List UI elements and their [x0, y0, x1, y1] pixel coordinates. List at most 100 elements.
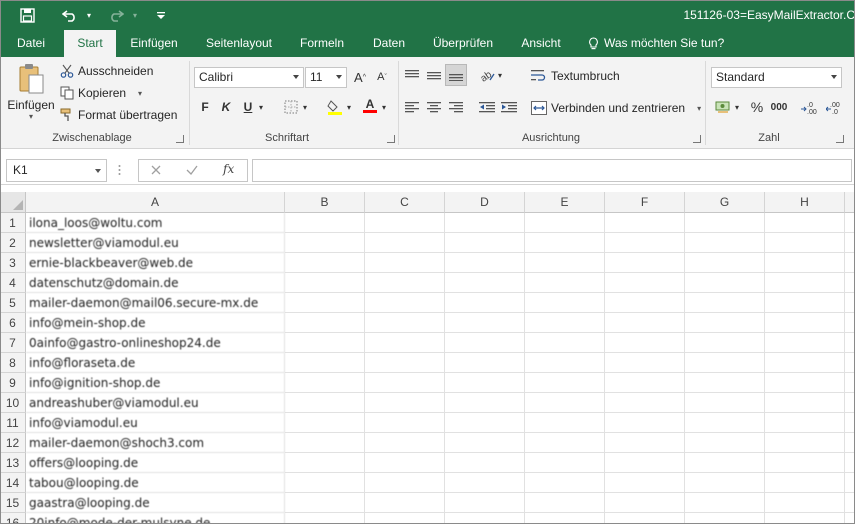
- font-color-dropdown-icon[interactable]: ▾: [379, 98, 389, 116]
- copy-button[interactable]: Kopieren ▾: [60, 83, 142, 103]
- cell-empty[interactable]: [445, 233, 525, 253]
- font-color-button[interactable]: A: [361, 96, 379, 114]
- cell-empty[interactable]: [285, 433, 365, 453]
- cell-empty[interactable]: [765, 293, 845, 313]
- row-header[interactable]: 4: [0, 273, 26, 293]
- cell-empty[interactable]: [605, 233, 685, 253]
- align-center-icon[interactable]: [425, 98, 443, 116]
- select-all-button[interactable]: [0, 192, 26, 213]
- cell-email[interactable]: newsletter@viamodul.eu: [26, 233, 285, 253]
- tell-me-box[interactable]: Was möchten Sie tun?: [588, 30, 734, 57]
- cell-empty[interactable]: [365, 513, 445, 524]
- row-header[interactable]: 13: [0, 453, 26, 473]
- cell-empty[interactable]: [685, 273, 765, 293]
- row-header[interactable]: 16: [0, 513, 26, 524]
- cell-empty[interactable]: [685, 473, 765, 493]
- cell-empty[interactable]: [765, 373, 845, 393]
- cell-empty[interactable]: [445, 473, 525, 493]
- cell-empty[interactable]: [525, 333, 605, 353]
- cell-email[interactable]: info@ignition-shop.de: [26, 373, 285, 393]
- formula-input[interactable]: [252, 159, 852, 182]
- cell-empty[interactable]: [365, 353, 445, 373]
- cell-empty[interactable]: [285, 453, 365, 473]
- cell-email[interactable]: mailer-daemon@shoch3.com: [26, 433, 285, 453]
- cell-empty[interactable]: [525, 353, 605, 373]
- wrap-text-button[interactable]: Textumbruch: [531, 66, 620, 86]
- undo-icon[interactable]: [58, 4, 82, 26]
- cell-empty[interactable]: [525, 253, 605, 273]
- paste-button[interactable]: Einfügen ▾: [6, 61, 56, 129]
- cell-empty[interactable]: [285, 473, 365, 493]
- cell-empty[interactable]: [285, 493, 365, 513]
- tab-ansicht[interactable]: Ansicht: [512, 30, 570, 57]
- column-header-e[interactable]: E: [525, 192, 605, 213]
- cell-empty[interactable]: [285, 353, 365, 373]
- cell-empty[interactable]: [365, 313, 445, 333]
- cell-empty[interactable]: [845, 253, 855, 273]
- column-header-overflow[interactable]: [845, 192, 855, 213]
- cell-empty[interactable]: [845, 353, 855, 373]
- column-header-f[interactable]: F: [605, 192, 685, 213]
- redo-icon[interactable]: [104, 4, 128, 26]
- cell-empty[interactable]: [765, 453, 845, 473]
- cell-empty[interactable]: [445, 393, 525, 413]
- alignment-launcher-icon[interactable]: [693, 135, 701, 143]
- cell-empty[interactable]: [605, 513, 685, 524]
- cell-empty[interactable]: [525, 433, 605, 453]
- enter-icon[interactable]: [185, 163, 199, 180]
- currency-dropdown-icon[interactable]: ▾: [732, 98, 742, 116]
- cell-email[interactable]: andreashuber@viamodul.eu: [26, 393, 285, 413]
- cell-empty[interactable]: [845, 453, 855, 473]
- bold-button[interactable]: F: [196, 98, 214, 116]
- column-header-c[interactable]: C: [365, 192, 445, 213]
- cell-empty[interactable]: [605, 393, 685, 413]
- number-launcher-icon[interactable]: [836, 135, 844, 143]
- cell-empty[interactable]: [685, 253, 765, 273]
- cell-empty[interactable]: [525, 273, 605, 293]
- borders-icon[interactable]: [282, 98, 300, 116]
- cell-empty[interactable]: [845, 513, 855, 524]
- row-header[interactable]: 10: [0, 393, 26, 413]
- cell-empty[interactable]: [845, 313, 855, 333]
- row-header[interactable]: 9: [0, 373, 26, 393]
- row-header[interactable]: 15: [0, 493, 26, 513]
- fill-color-icon[interactable]: [326, 98, 344, 116]
- cell-empty[interactable]: [445, 253, 525, 273]
- cell-empty[interactable]: [285, 213, 365, 233]
- cell-empty[interactable]: [685, 433, 765, 453]
- save-icon[interactable]: [14, 4, 40, 26]
- cell-empty[interactable]: [845, 233, 855, 253]
- tab-formeln[interactable]: Formeln: [292, 30, 352, 57]
- formula-bar-grip-icon[interactable]: [118, 161, 121, 179]
- cell-empty[interactable]: [605, 473, 685, 493]
- cell-empty[interactable]: [525, 393, 605, 413]
- cell-empty[interactable]: [285, 513, 365, 524]
- cell-empty[interactable]: [365, 213, 445, 233]
- align-middle-icon[interactable]: [425, 66, 443, 84]
- cell-empty[interactable]: [685, 513, 765, 524]
- borders-dropdown-icon[interactable]: ▾: [300, 98, 310, 116]
- cell-empty[interactable]: [445, 453, 525, 473]
- cell-empty[interactable]: [605, 373, 685, 393]
- cell-empty[interactable]: [445, 433, 525, 453]
- cancel-icon[interactable]: [149, 163, 163, 180]
- cell-empty[interactable]: [445, 213, 525, 233]
- cell-empty[interactable]: [685, 333, 765, 353]
- cell-empty[interactable]: [365, 253, 445, 273]
- cell-empty[interactable]: [285, 293, 365, 313]
- row-header[interactable]: 8: [0, 353, 26, 373]
- shrink-font-button[interactable]: Aˇ: [373, 68, 391, 86]
- name-box[interactable]: K1: [6, 159, 107, 182]
- thousands-separator-button[interactable]: 000: [768, 98, 790, 116]
- cell-empty[interactable]: [285, 373, 365, 393]
- cell-empty[interactable]: [685, 453, 765, 473]
- cell-email[interactable]: tabou@looping.de: [26, 473, 285, 493]
- cell-empty[interactable]: [685, 353, 765, 373]
- tab-ueberpruefen[interactable]: Überprüfen: [426, 30, 500, 57]
- cell-empty[interactable]: [605, 313, 685, 333]
- cell-empty[interactable]: [845, 273, 855, 293]
- cell-empty[interactable]: [285, 253, 365, 273]
- italic-button[interactable]: K: [217, 98, 235, 116]
- cell-empty[interactable]: [365, 413, 445, 433]
- row-header[interactable]: 2: [0, 233, 26, 253]
